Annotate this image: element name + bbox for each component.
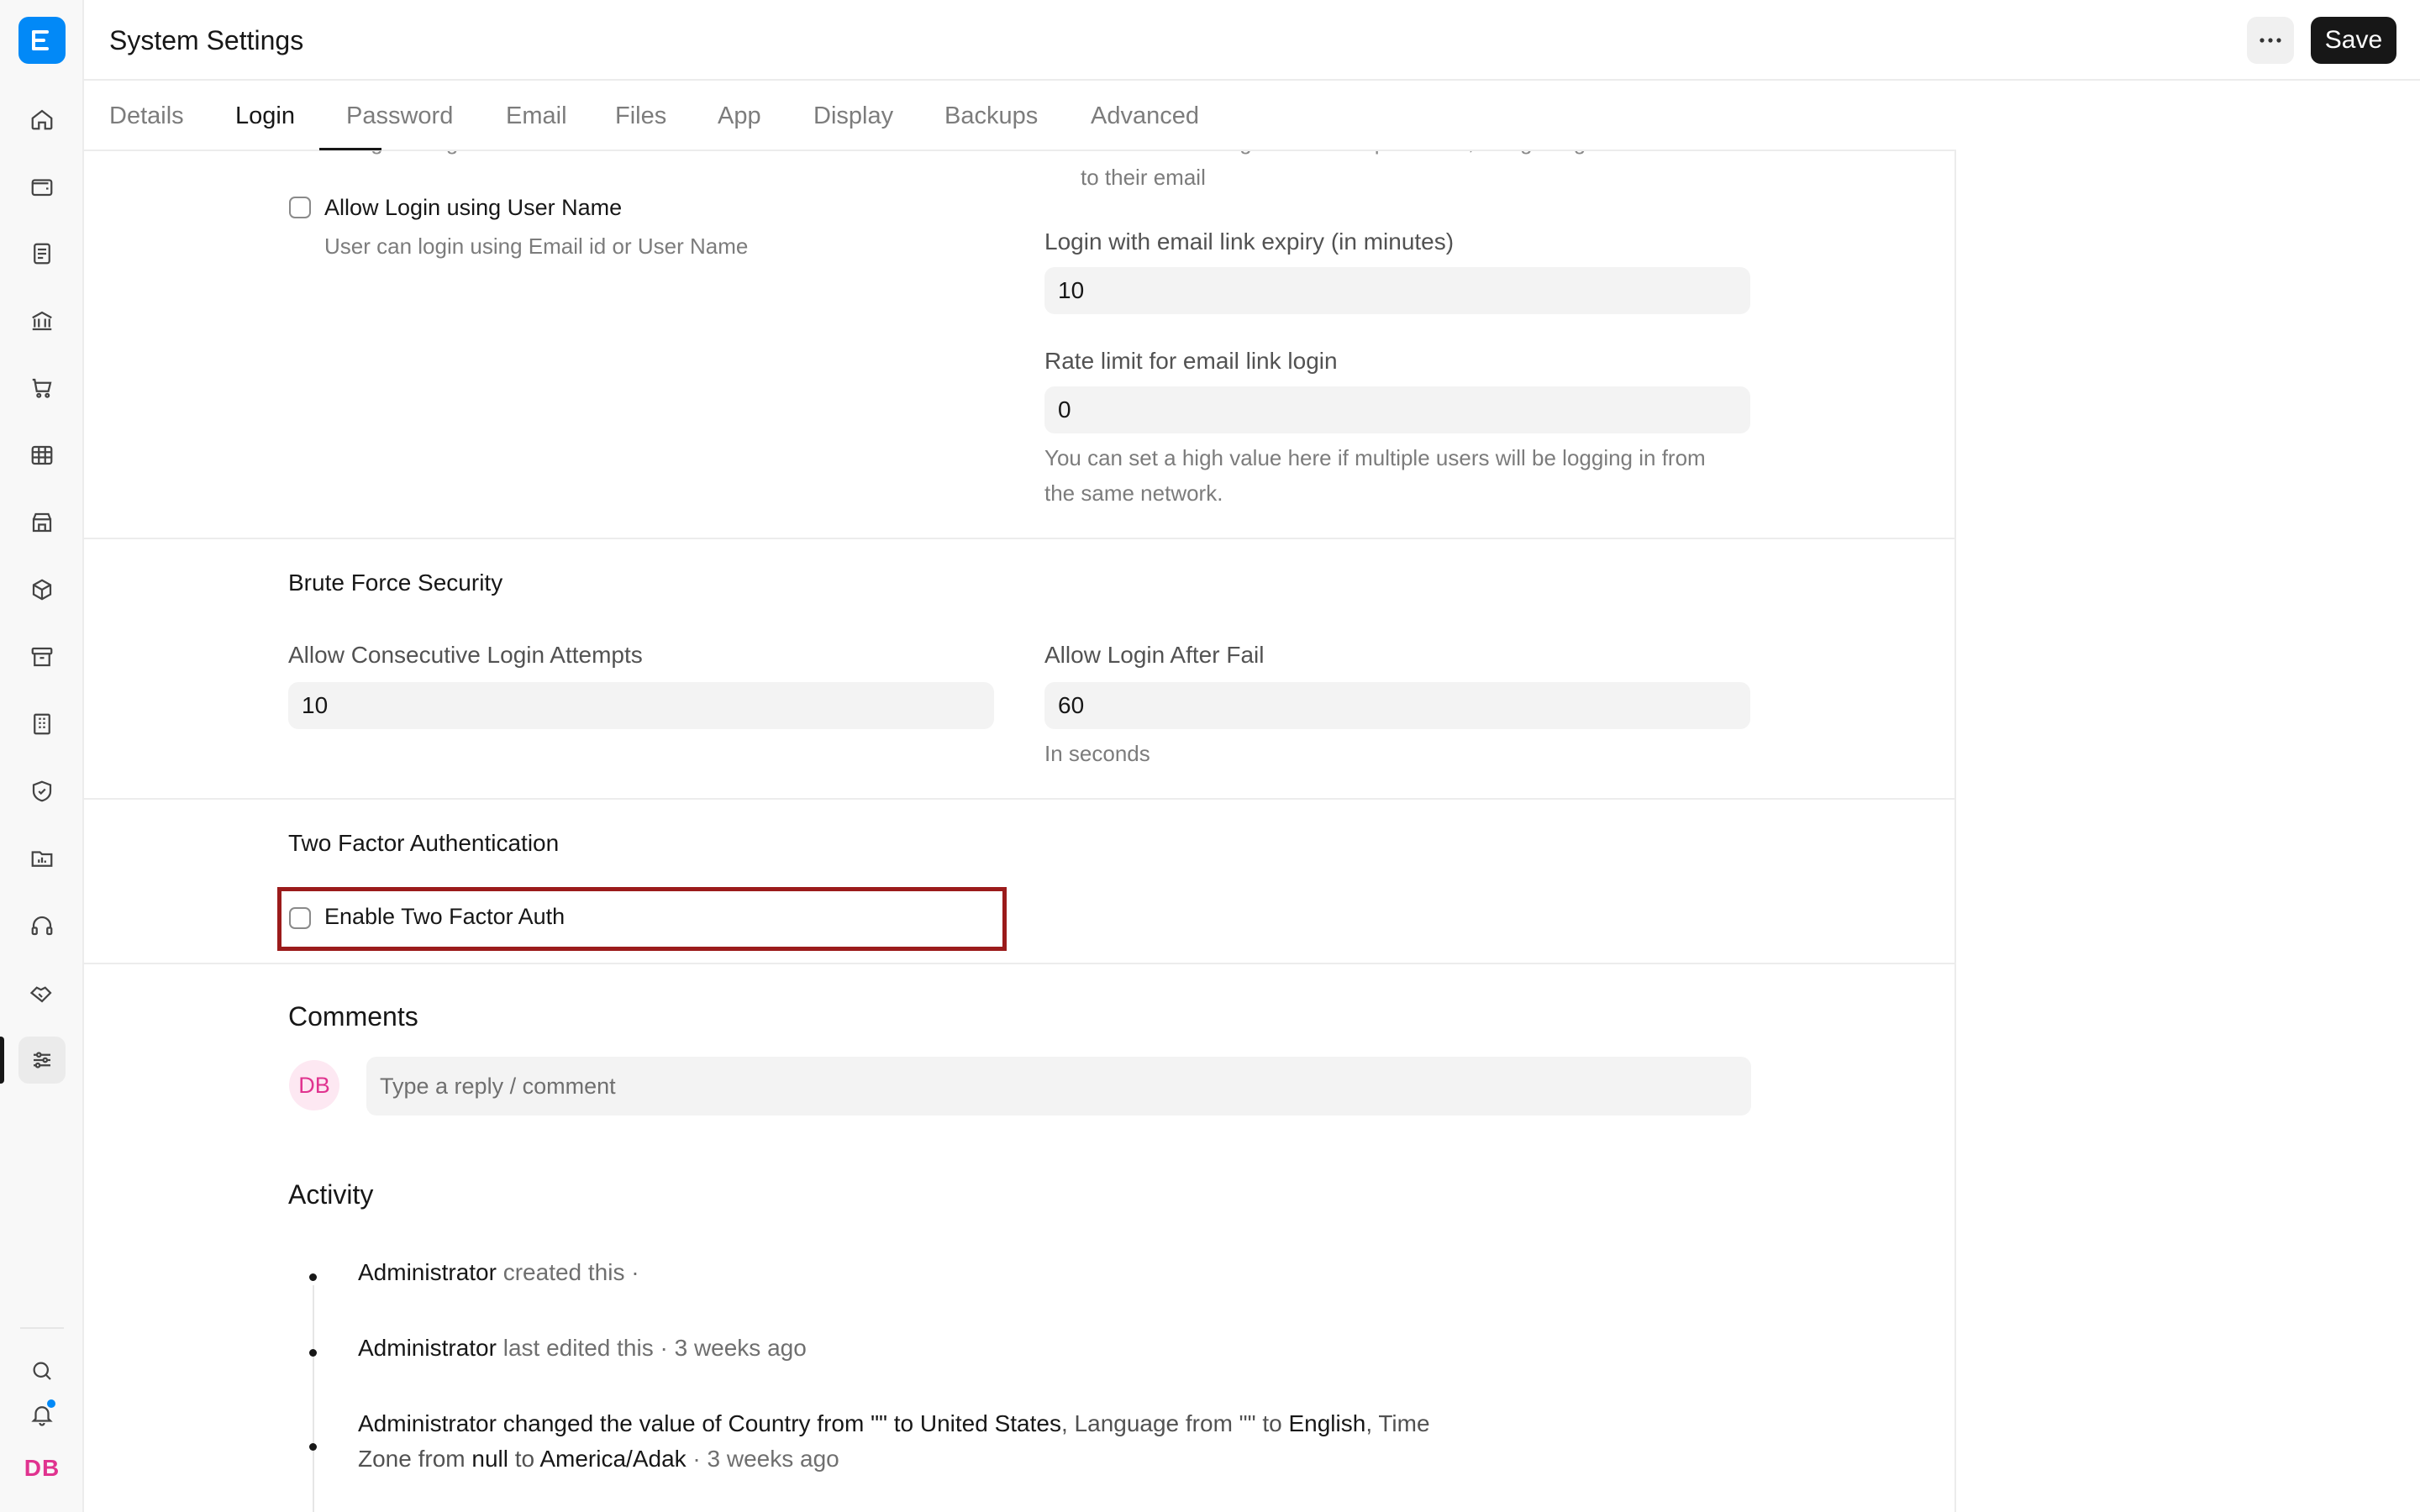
section-divider bbox=[84, 798, 1954, 800]
tab-app[interactable]: App bbox=[718, 102, 761, 130]
package-icon[interactable] bbox=[18, 566, 66, 613]
activity-text: Zone from bbox=[358, 1446, 472, 1472]
cart-icon[interactable] bbox=[18, 365, 66, 412]
activity-text: created this · bbox=[502, 1259, 639, 1285]
notification-dot bbox=[45, 1398, 57, 1410]
rate-limit-help-line1: You can set a high value here if multipl… bbox=[1044, 445, 1706, 470]
handshake-icon[interactable] bbox=[18, 969, 66, 1016]
comment-input[interactable]: Type a reply / comment bbox=[366, 1057, 1751, 1116]
active-nav-indicator bbox=[0, 1037, 4, 1084]
activity-value: null bbox=[471, 1446, 508, 1472]
enable-two-factor-label[interactable]: Enable Two Factor Auth bbox=[324, 904, 565, 930]
tab-bar: Details Login Password Email Files App D… bbox=[84, 81, 1956, 151]
wallet-icon[interactable] bbox=[18, 163, 66, 210]
home-icon[interactable] bbox=[18, 96, 66, 143]
tab-email[interactable]: Email bbox=[506, 102, 567, 130]
activity-text: last edited this · 3 weeks ago bbox=[502, 1335, 807, 1361]
activity-text: , Time bbox=[1365, 1410, 1430, 1436]
archive-icon[interactable] bbox=[18, 633, 66, 680]
timeline-dot bbox=[309, 1443, 317, 1451]
store-icon[interactable] bbox=[18, 499, 66, 546]
rate-limit-input[interactable]: 0 bbox=[1044, 386, 1750, 433]
activity-item: Administrator changed the value of Count… bbox=[358, 1406, 1534, 1477]
section-divider bbox=[84, 963, 1954, 964]
email-link-expiry-input[interactable]: 10 bbox=[1044, 267, 1750, 314]
two-factor-section-title: Two Factor Authentication bbox=[288, 830, 560, 856]
cropped-email-link-help: Allow users to log in without a password… bbox=[1081, 151, 1689, 160]
timeline-dot bbox=[309, 1349, 317, 1357]
timeline-dot bbox=[309, 1273, 317, 1281]
tab-details[interactable]: Details bbox=[109, 102, 184, 130]
user-avatar[interactable]: DB bbox=[18, 1445, 66, 1492]
headset-icon[interactable] bbox=[18, 902, 66, 949]
page-title: System Settings bbox=[109, 25, 304, 55]
table-icon[interactable] bbox=[18, 432, 66, 479]
allow-username-login-label: Allow Login using User Name bbox=[324, 195, 623, 220]
login-attempts-label: Allow Consecutive Login Attempts bbox=[288, 642, 643, 668]
tab-password[interactable]: Password bbox=[346, 102, 453, 130]
bank-icon[interactable] bbox=[18, 297, 66, 344]
activity-text: , Language from "" to bbox=[1060, 1410, 1289, 1436]
tab-files[interactable]: Files bbox=[615, 102, 666, 130]
bell-icon[interactable] bbox=[18, 1391, 66, 1438]
tab-backups[interactable]: Backups bbox=[944, 102, 1038, 130]
brute-force-section-title: Brute Force Security bbox=[288, 570, 503, 596]
sliders-icon[interactable] bbox=[18, 1037, 66, 1084]
ellipsis-icon bbox=[2260, 38, 2281, 43]
activity-value: English bbox=[1288, 1410, 1366, 1436]
email-link-help-tail: to their email bbox=[1081, 165, 1206, 190]
building-icon[interactable] bbox=[18, 701, 66, 748]
enable-two-factor-checkbox[interactable] bbox=[289, 907, 311, 929]
login-after-fail-label: Allow Login After Fail bbox=[1044, 642, 1265, 668]
rail-divider bbox=[20, 1327, 64, 1329]
activity-text: Administrator changed the value of Count… bbox=[358, 1410, 920, 1436]
active-tab-underline bbox=[319, 148, 381, 150]
comment-avatar: DB bbox=[289, 1060, 339, 1110]
shield-icon[interactable] bbox=[18, 768, 66, 815]
rate-limit-help-line2: the same network. bbox=[1044, 480, 1223, 506]
activity-title: Activity bbox=[288, 1179, 374, 1210]
activity-item: Administrator last edited this · 3 weeks… bbox=[358, 1331, 1534, 1366]
activity-value: America/Adak bbox=[539, 1446, 687, 1472]
login-after-fail-input[interactable]: 60 bbox=[1044, 682, 1750, 729]
tab-login[interactable]: Login bbox=[235, 102, 295, 130]
page-header: System Settings Save bbox=[84, 0, 2420, 81]
form-body: Allow Login using Mobile Number Allow us… bbox=[84, 151, 1956, 1512]
email-link-expiry-label: Login with email link expiry (in minutes… bbox=[1044, 228, 1455, 255]
activity-value: United States bbox=[919, 1410, 1061, 1436]
activity-actor[interactable]: Administrator bbox=[358, 1335, 497, 1361]
app-logo-icon[interactable] bbox=[18, 17, 66, 64]
rate-limit-label: Rate limit for email link login bbox=[1044, 348, 1338, 374]
cropped-mobile-login-text: Allow Login using Mobile Number bbox=[288, 151, 613, 160]
folder-chart-icon[interactable] bbox=[18, 835, 66, 882]
activity-item: Administrator created this · bbox=[358, 1255, 1534, 1290]
login-after-fail-help: In seconds bbox=[1044, 741, 1150, 766]
activity-actor[interactable]: Administrator bbox=[358, 1259, 497, 1285]
more-options-button[interactable] bbox=[2247, 17, 2294, 64]
section-divider bbox=[84, 538, 1954, 539]
activity-text: · 3 weeks ago bbox=[686, 1446, 839, 1472]
login-attempts-input[interactable]: 10 bbox=[288, 682, 994, 729]
sidebar-rail: DB bbox=[0, 0, 84, 1512]
tab-advanced[interactable]: Advanced bbox=[1091, 102, 1199, 130]
save-button[interactable]: Save bbox=[2311, 17, 2396, 64]
activity-text: to bbox=[508, 1446, 540, 1472]
allow-username-login-checkbox[interactable] bbox=[289, 197, 311, 218]
comments-title: Comments bbox=[288, 1001, 418, 1032]
tab-display[interactable]: Display bbox=[813, 102, 893, 130]
search-icon[interactable] bbox=[18, 1347, 66, 1394]
allow-username-login-help: User can login using Email id or User Na… bbox=[324, 234, 749, 259]
document-icon[interactable] bbox=[18, 230, 66, 277]
activity-timeline-line bbox=[313, 1285, 314, 1512]
